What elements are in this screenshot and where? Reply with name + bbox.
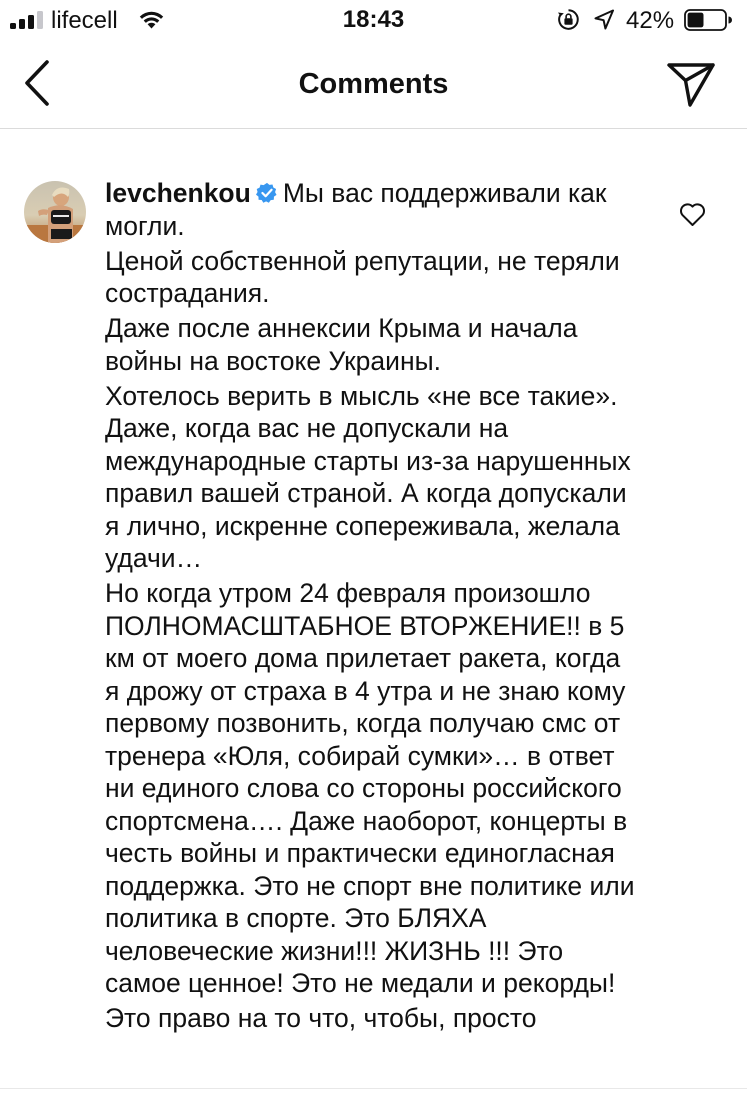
verified-badge-icon [255,182,277,203]
battery-percentage: 42% [626,7,675,34]
bottom-divider [0,1088,747,1089]
comment-paragraph-4: Хотелось верить в мысль «не все такие». … [105,380,631,574]
page-title: Comments [298,68,449,100]
orientation-lock-icon [558,9,579,30]
comment-first-line: levchenkou Мы вас поддерживали как могли… [105,177,640,242]
comment-text: levchenkou Мы вас поддерживали как могли… [105,177,640,1037]
heart-icon[interactable] [679,202,706,227]
paper-plane-icon[interactable] [666,62,716,108]
comment-paragraph-5: Но когда утром 24 февраля произошло ПОЛН… [105,578,635,998]
header-divider [0,128,747,129]
location-arrow-icon [594,9,614,30]
battery-icon [684,9,732,31]
status-bar: lifecell 18:43 42% [0,0,747,44]
comment-paragraph-2: Ценой собственной репутации, не теряли с… [105,245,620,309]
comment-paragraph-6: Это право на то что, чтобы, просто [105,1003,537,1033]
avatar[interactable] [24,181,86,243]
comment-username[interactable]: levchenkou [105,178,251,208]
avatar-photo [24,181,86,243]
comment-paragraph-3: Даже после аннексии Крыма и начала войны… [105,313,578,376]
